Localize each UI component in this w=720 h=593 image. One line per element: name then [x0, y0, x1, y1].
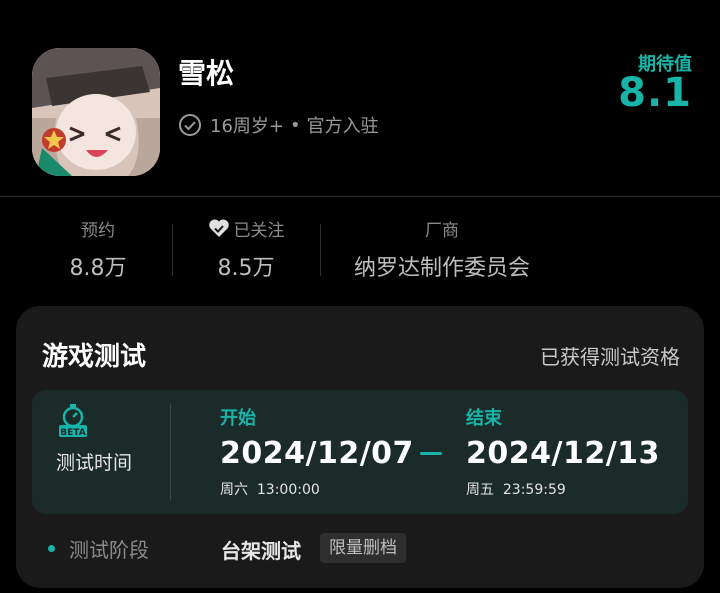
game-meta: 16周岁+ • 官方入驻 — [178, 112, 379, 138]
end-label: 结束 — [466, 408, 502, 429]
header-divider — [0, 196, 720, 197]
stat-followers[interactable]: 已关注 8.5万 — [196, 214, 296, 282]
stopwatch-beta-icon: BETA — [59, 404, 87, 438]
stat-value: 8.8万 — [69, 256, 127, 281]
stage-tag: 限量删档 — [320, 533, 406, 563]
end-column: 结束 2024/12/13 周五 23:59:59 — [466, 404, 660, 499]
official-label: 官方入驻 — [306, 116, 379, 137]
stat-developer[interactable]: 厂商 纳罗达制作委员会 — [336, 214, 548, 282]
test-time-box: BETA 测试时间 开始 2024/12/07 周六 13:00:00 结束 2… — [32, 390, 688, 514]
app-icon[interactable] — [32, 48, 160, 176]
heart-check-icon — [208, 219, 229, 237]
stat-value: 8.5万 — [217, 256, 275, 281]
stat-divider — [172, 224, 173, 276]
end-date: 2024/12/13 — [466, 436, 660, 471]
end-weekday-time: 周五 23:59:59 — [466, 482, 566, 498]
stage-value: 台架测试 — [221, 539, 301, 563]
test-stage-row: 测试阶段 — [48, 534, 149, 563]
stat-label: 厂商 — [425, 220, 459, 241]
start-date: 2024/12/07 — [220, 436, 414, 471]
time-label: 测试时间 — [56, 452, 133, 474]
game-test-card: 游戏测试 已获得测试资格 BETA 测试时间 开始 2024/12/07 周六 … — [16, 306, 704, 588]
range-dash — [420, 452, 442, 455]
time-divider — [170, 404, 171, 500]
game-title: 雪松 — [178, 57, 235, 90]
stage-label: 测试阶段 — [69, 538, 149, 562]
expect-score[interactable]: 8.1 — [618, 70, 692, 116]
age-rating: 16周岁+ — [210, 116, 284, 137]
check-circle-icon — [179, 114, 201, 136]
start-weekday-time: 周六 13:00:00 — [220, 482, 320, 498]
stage-dot — [48, 545, 55, 552]
start-column: 开始 2024/12/07 周六 13:00:00 — [220, 404, 414, 499]
stat-label: 已关注 — [196, 214, 296, 242]
meta-separator: • — [290, 114, 301, 136]
stat-label: 预约 — [81, 220, 115, 241]
qualification-status: 已获得测试资格 — [540, 345, 680, 369]
stat-divider — [320, 224, 321, 276]
start-label: 开始 — [220, 408, 256, 429]
stat-reservations[interactable]: 预约 8.8万 — [56, 214, 140, 282]
card-title: 游戏测试 — [42, 342, 147, 372]
beta-badge: BETA — [60, 428, 85, 438]
stat-value: 纳罗达制作委员会 — [353, 256, 530, 281]
